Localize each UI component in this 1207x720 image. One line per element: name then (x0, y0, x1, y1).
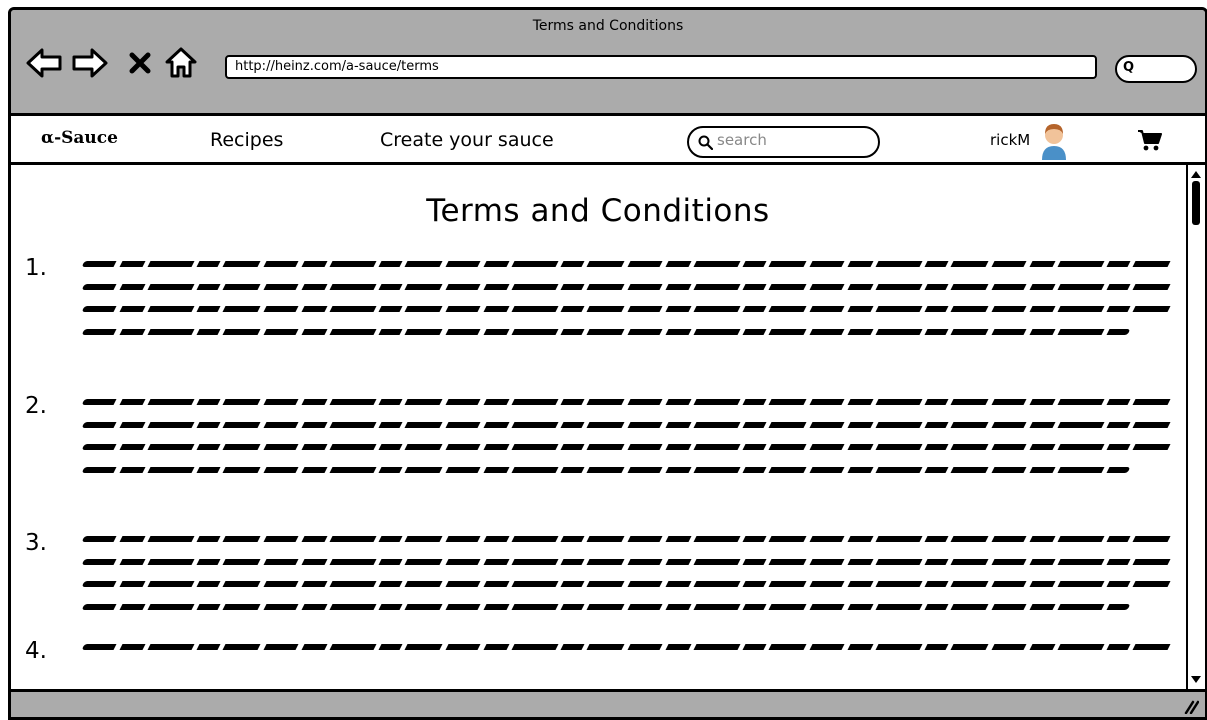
home-icon[interactable] (163, 46, 199, 80)
brand-logo[interactable]: α-Sauce (41, 128, 118, 148)
status-bar (11, 689, 1205, 717)
term-number: 2. (25, 393, 47, 419)
search-placeholder: search (717, 131, 767, 149)
back-arrow-icon[interactable] (25, 46, 63, 80)
site-search-input[interactable]: search (687, 126, 880, 158)
term-number: 3. (25, 530, 47, 556)
address-bar[interactable]: http://heinz.com/a-sauce/terms (225, 55, 1097, 79)
resize-grip-icon[interactable] (1183, 698, 1199, 714)
avatar-icon[interactable] (1039, 120, 1069, 160)
search-icon: Q (1123, 60, 1135, 75)
page-content: Terms and Conditions 1. 2. 3. 4. (11, 165, 1205, 689)
nav-create-sauce[interactable]: Create your sauce (380, 129, 554, 151)
forward-arrow-icon[interactable] (71, 46, 109, 80)
term-text-scribble (81, 536, 1175, 626)
scroll-thumb[interactable] (1192, 181, 1200, 225)
term-number: 1. (25, 255, 47, 281)
scroll-down-icon[interactable] (1190, 675, 1202, 685)
search-icon (698, 135, 713, 150)
nav-recipes[interactable]: Recipes (210, 129, 283, 151)
scroll-up-icon[interactable] (1190, 169, 1202, 179)
browser-search-button[interactable]: Q (1115, 55, 1197, 83)
term-text-scribble (81, 399, 1175, 489)
term-number: 4. (25, 638, 47, 664)
term-text-scribble (81, 261, 1175, 351)
window-title: Terms and Conditions (532, 18, 684, 34)
page-title: Terms and Conditions (426, 193, 770, 229)
close-icon[interactable] (127, 46, 153, 80)
title-bar: Terms and Conditions http://heinz.com/a-… (11, 10, 1205, 110)
site-navbar: α-Sauce Recipes Create your sauce search… (11, 113, 1205, 165)
cart-icon[interactable] (1137, 128, 1163, 152)
user-name[interactable]: rickM (990, 131, 1030, 149)
browser-window: Terms and Conditions http://heinz.com/a-… (8, 7, 1207, 720)
term-text-scribble (81, 644, 1175, 667)
vertical-scrollbar[interactable] (1186, 165, 1204, 689)
